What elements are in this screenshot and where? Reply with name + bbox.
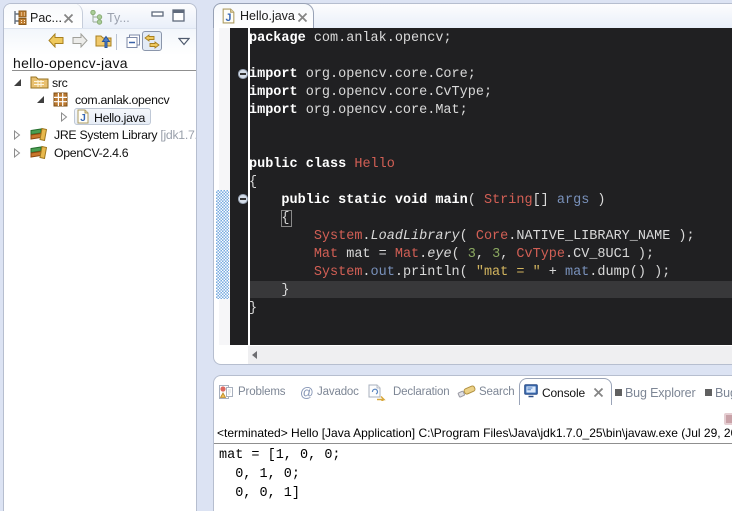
svg-text:J: J [226, 12, 232, 24]
svg-text:J: J [80, 113, 86, 124]
